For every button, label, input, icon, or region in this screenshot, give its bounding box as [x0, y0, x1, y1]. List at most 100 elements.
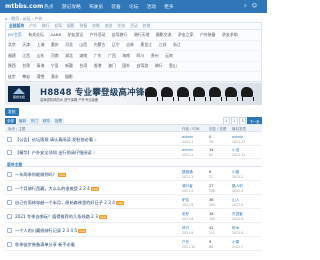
category-link[interactable]: 有关论坛 — [28, 32, 44, 38]
thread-title[interactable]: 一年两季你能做到吗？ new — [15, 172, 67, 178]
category-tab[interactable]: 攻略 — [92, 23, 100, 29]
last-poster[interactable]: 阿木 — [232, 226, 239, 231]
thread-row[interactable]: 【精华】户外安全须知 出行前请仔细阅读 2 admin 2021-2 14 62… — [5, 146, 262, 159]
category-tab[interactable]: 摄影 — [67, 23, 75, 29]
category-link[interactable]: 湖南 — [79, 53, 87, 59]
thread-author[interactable]: 路路通 — [182, 170, 193, 175]
last-poster[interactable]: 路人甲 — [232, 184, 243, 189]
category-link[interactable]: 河北 — [65, 42, 73, 48]
category-link[interactable]: 浙江 — [173, 42, 181, 48]
page-count[interactable]: 2 — [94, 138, 96, 142]
category-link[interactable]: 贵州 — [151, 53, 159, 59]
search-icon[interactable]: ⌕ — [244, 3, 247, 9]
category-link[interactable]: 山西 — [79, 42, 87, 48]
category-link[interactable]: 吉林 — [126, 42, 134, 48]
category-link[interactable]: 摄影交流 — [156, 32, 172, 38]
category-tab[interactable]: 全部版块 — [9, 23, 24, 29]
category-link[interactable]: 山东 — [37, 53, 45, 59]
category-link[interactable]: 海南 — [122, 53, 130, 59]
category-tab[interactable]: 交流 — [117, 23, 125, 29]
category-link[interactable]: 天津 — [22, 42, 30, 48]
category-link[interactable]: 台湾 — [79, 63, 87, 69]
category-tab[interactable]: 自驾 — [54, 23, 62, 29]
category-tab[interactable]: 其他 — [143, 23, 151, 29]
category-link[interactable]: 江西 — [22, 53, 30, 59]
category-link[interactable]: 宁夏 — [51, 63, 59, 69]
nav-item[interactable]: 驾驶员 — [89, 3, 103, 10]
category-link[interactable]: 驴友之家 — [178, 32, 194, 38]
category-link[interactable]: 登山 — [169, 63, 177, 69]
thread-title-text[interactable]: 秋季徒步装备清单分享 新手必看 — [15, 242, 75, 247]
category-link[interactable]: 骑行 — [155, 63, 163, 69]
thread-title[interactable]: 2021 冬季去哪玩？值得推荐的几条线路 2 3 new — [15, 214, 107, 220]
thread-author[interactable]: 风行 — [182, 226, 189, 231]
thread-row[interactable]: 秋季徒步装备清单分享 新手必看 户外 2021-10 9 88 小周 2022-… — [5, 238, 262, 251]
thread-title-text[interactable]: 【精华】户外安全须知 出行前请仔细阅读 — [15, 150, 92, 155]
last-poster[interactable]: 天涯客 — [232, 212, 243, 217]
ad-banner[interactable]: 路岩北极 H8848 专业攀登级高冲锋衣 高海拔防风防水 透气保暖 户外专业装备 — [5, 83, 262, 105]
category-link[interactable]: 广西 — [108, 53, 116, 59]
thread-title[interactable]: 【公告】论坛版规 请认真阅读 发帖前必看 2 — [15, 137, 97, 143]
category-link[interactable]: 辽宁 — [112, 42, 120, 48]
thread-row[interactable]: 一个人的川藏线骑行记录 2 3 4 5 new 风行 2021-9 41 312 … — [5, 224, 262, 237]
thread-title[interactable]: 一个人的川藏线骑行记录 2 3 4 5 new — [15, 228, 87, 234]
thread-title-text[interactable]: 一个人的川藏线骑行记录 2 3 4 5 — [15, 228, 77, 233]
category-tab[interactable]: 户外 — [29, 23, 37, 29]
category-link[interactable]: 澳门 — [108, 63, 116, 69]
category-link[interactable]: 广东 — [94, 53, 102, 59]
thread-row[interactable]: 一个月骑行西藏，大么么的很难受 2 3 4 new 骑行者 2021-5 27 1… — [5, 182, 262, 195]
thread-title-text[interactable]: 自己在雨林穿越一个半月，原始森林里的好日子 2 3 4 — [15, 200, 115, 205]
category-link[interactable]: 攀岩 — [22, 74, 30, 80]
thread-title[interactable]: 【精华】户外安全须知 出行前请仔细阅读 2 — [15, 150, 95, 156]
last-poster[interactable]: 小周 — [232, 240, 239, 245]
category-link[interactable]: 甘肃 — [22, 63, 30, 69]
category-link[interactable]: 黑龙江 — [140, 42, 152, 48]
thread-author[interactable]: 骑行者 — [182, 184, 193, 189]
category-link[interactable]: 户外装备 — [200, 32, 216, 38]
category-link[interactable]: 徒步 — [8, 74, 16, 80]
category-tab[interactable]: 旅游 — [105, 23, 113, 29]
thread-author[interactable]: 驴友 — [182, 198, 189, 203]
category-link[interactable]: 云南 — [165, 53, 173, 59]
nav-item[interactable]: 热点 — [44, 3, 54, 10]
category-link[interactable]: 香港 — [94, 63, 102, 69]
thread-title-text[interactable]: 一年两季你能做到吗？ — [15, 172, 57, 177]
category-link[interactable]: 户外活动 — [90, 32, 106, 38]
category-link[interactable]: 自驾旅行 — [112, 32, 128, 38]
category-link[interactable]: 重庆 — [51, 42, 59, 48]
category-link[interactable]: 北京 — [8, 42, 16, 48]
user-icon[interactable]: ☺ — [252, 3, 257, 9]
last-poster[interactable]: 山人 — [232, 198, 239, 203]
category-link[interactable]: 四川 — [137, 53, 145, 59]
new-post-button[interactable]: 发帖 — [5, 108, 19, 116]
category-link[interactable]: 江苏 — [159, 42, 167, 48]
category-link[interactable]: AABB — [50, 32, 61, 37]
category-link[interactable]: 国外 — [122, 63, 130, 69]
site-logo[interactable]: mtbbs.com — [5, 3, 43, 10]
category-link[interactable]: JSY主页 — [8, 32, 22, 38]
page-count[interactable]: 2 — [93, 151, 95, 155]
category-link[interactable]: 滑雪 — [37, 74, 45, 80]
category-link[interactable]: 驴友求助 — [222, 32, 238, 38]
thread-author[interactable]: 户外 — [182, 240, 189, 245]
nav-item[interactable]: 更多 — [164, 3, 174, 10]
category-link[interactable]: 内蒙古 — [94, 42, 106, 48]
category-link[interactable]: 新疆 — [65, 63, 73, 69]
thread-author[interactable]: 老驴 — [182, 212, 189, 217]
last-poster[interactable]: 小虫 — [232, 148, 239, 153]
category-tab[interactable]: 骑行 — [42, 23, 50, 29]
category-link[interactable]: 福建 — [8, 53, 16, 59]
thread-title[interactable]: 一个月骑行西藏，大么么的很难受 2 3 4 new — [15, 186, 100, 192]
category-link[interactable]: 驴友游记 — [68, 32, 84, 38]
nav-item[interactable]: 装备 — [111, 3, 121, 10]
category-link[interactable]: 河南 — [51, 53, 59, 59]
last-poster[interactable]: 小路 — [232, 170, 239, 175]
category-link[interactable]: 自驾游 — [137, 63, 149, 69]
category-link[interactable]: 摄影 — [65, 74, 73, 80]
thread-row[interactable]: 2021 冬季去哪玩？值得推荐的几条线路 2 3 new 老驴 2021-8 18… — [5, 210, 262, 223]
nav-item[interactable]: 活动 — [146, 3, 156, 10]
thread-row[interactable]: 一年两季你能做到吗？ new 路路通 2021-3 6 31 小路 2022-1 — [5, 168, 262, 181]
category-tab[interactable]: 装备 — [80, 23, 88, 29]
thread-title[interactable]: 自己在雨林穿越一个半月，原始森林里的好日子 2 3 4 new — [15, 200, 125, 206]
nav-item[interactable]: 游记攻略 — [62, 3, 81, 10]
